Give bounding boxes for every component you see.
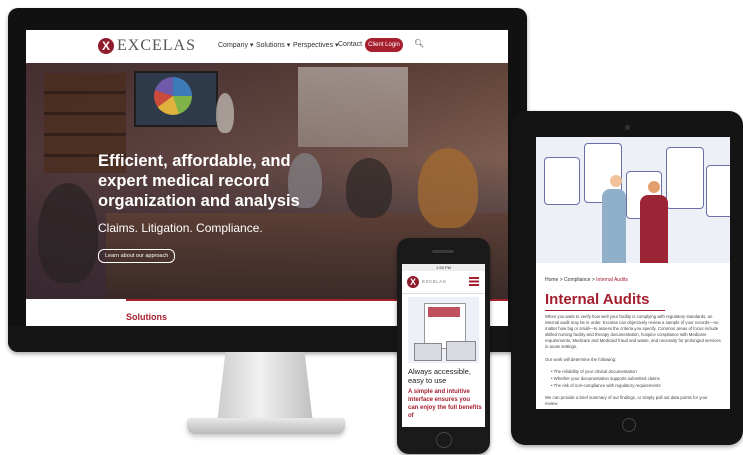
pie-chart-graphic <box>154 77 192 115</box>
dashboard-card <box>666 147 704 209</box>
dashboard-card <box>706 165 730 217</box>
person-figure <box>346 158 392 218</box>
intro-paragraph: When you want to verify how well your fa… <box>545 314 721 349</box>
title-underline <box>545 310 665 311</box>
woman-head <box>610 175 622 187</box>
excelas-logo-icon[interactable]: X <box>407 276 419 288</box>
page-title: Internal Audits <box>545 291 650 308</box>
breadcrumb-current: Internal Audits <box>596 277 628 283</box>
tablet-home-button[interactable] <box>622 418 636 432</box>
summary-paragraph: We can provide a brief summary of our fi… <box>545 395 708 406</box>
excelas-logo-icon[interactable]: X <box>98 38 114 54</box>
logo-text[interactable]: EXCELAS <box>117 37 196 55</box>
tablet-screen: Home > Compliance > Internal Audits Inte… <box>536 137 730 409</box>
phone-home-button[interactable] <box>436 432 452 448</box>
window-image <box>298 67 408 147</box>
phone-screen: 1:55 PM X EXCELAS Always accessible, eas… <box>402 264 485 427</box>
phone-speaker <box>432 250 454 253</box>
nav-solutions[interactable]: Solutions ▾ <box>256 41 290 49</box>
status-bar: 1:55 PM <box>402 264 485 271</box>
woman-figure <box>602 189 626 263</box>
list-item: • Whether your documentation supports su… <box>551 376 660 381</box>
learn-approach-button[interactable]: Learn about our approach <box>98 249 176 263</box>
audit-illustration <box>536 137 730 263</box>
tablet-camera <box>625 125 630 130</box>
list-item: • The reliability of your clinical docum… <box>551 369 637 374</box>
person-figure <box>418 148 478 228</box>
breadcrumb-compliance[interactable]: Compliance <box>564 277 590 283</box>
laptop-graphic <box>446 341 476 361</box>
app-illustration <box>408 297 479 363</box>
breadcrumb: Home > Compliance > Internal Audits <box>545 277 628 283</box>
chair-figure <box>38 183 98 283</box>
dashboard-card <box>544 157 580 205</box>
nav-contact[interactable]: Contact <box>338 41 362 48</box>
solutions-heading: Solutions <box>126 312 167 322</box>
phone-logo-text[interactable]: EXCELAS <box>422 279 446 284</box>
monitor-stand <box>217 352 313 422</box>
desktop-navbar: X EXCELAS Company ▾ Solutions ▾ Perspect… <box>26 30 508 64</box>
apple-logo-icon <box>259 331 273 347</box>
client-login-button[interactable]: Client Login <box>365 38 403 52</box>
document-header-graphic <box>428 307 460 317</box>
monitor-base <box>187 418 345 434</box>
list-item: • The risk of non-compliance with regula… <box>551 383 661 388</box>
man-head <box>648 181 660 193</box>
nav-company[interactable]: Company ▾ <box>218 41 253 49</box>
nav-perspectives[interactable]: Perspectives ▾ <box>293 41 339 49</box>
breadcrumb-separator: > <box>591 277 595 283</box>
search-icon[interactable]: 🔍︎ <box>414 39 424 48</box>
hero-headline: Efficient, affordable, and expert medica… <box>98 152 300 210</box>
man-figure <box>640 195 668 263</box>
breadcrumb-separator: > <box>559 277 563 283</box>
laptop-graphic <box>414 343 442 361</box>
hamburger-menu-icon[interactable] <box>469 277 479 286</box>
determine-paragraph: Our work will determine the following: <box>545 357 617 362</box>
phone-headline: Always accessible, easy to use <box>408 367 471 385</box>
breadcrumb-home[interactable]: Home <box>545 277 558 283</box>
presenter-figure <box>216 93 234 133</box>
phone-subheadline: A simple and intuitive interface ensures… <box>408 389 482 419</box>
hero-subline: Claims. Litigation. Compliance. <box>98 221 263 235</box>
